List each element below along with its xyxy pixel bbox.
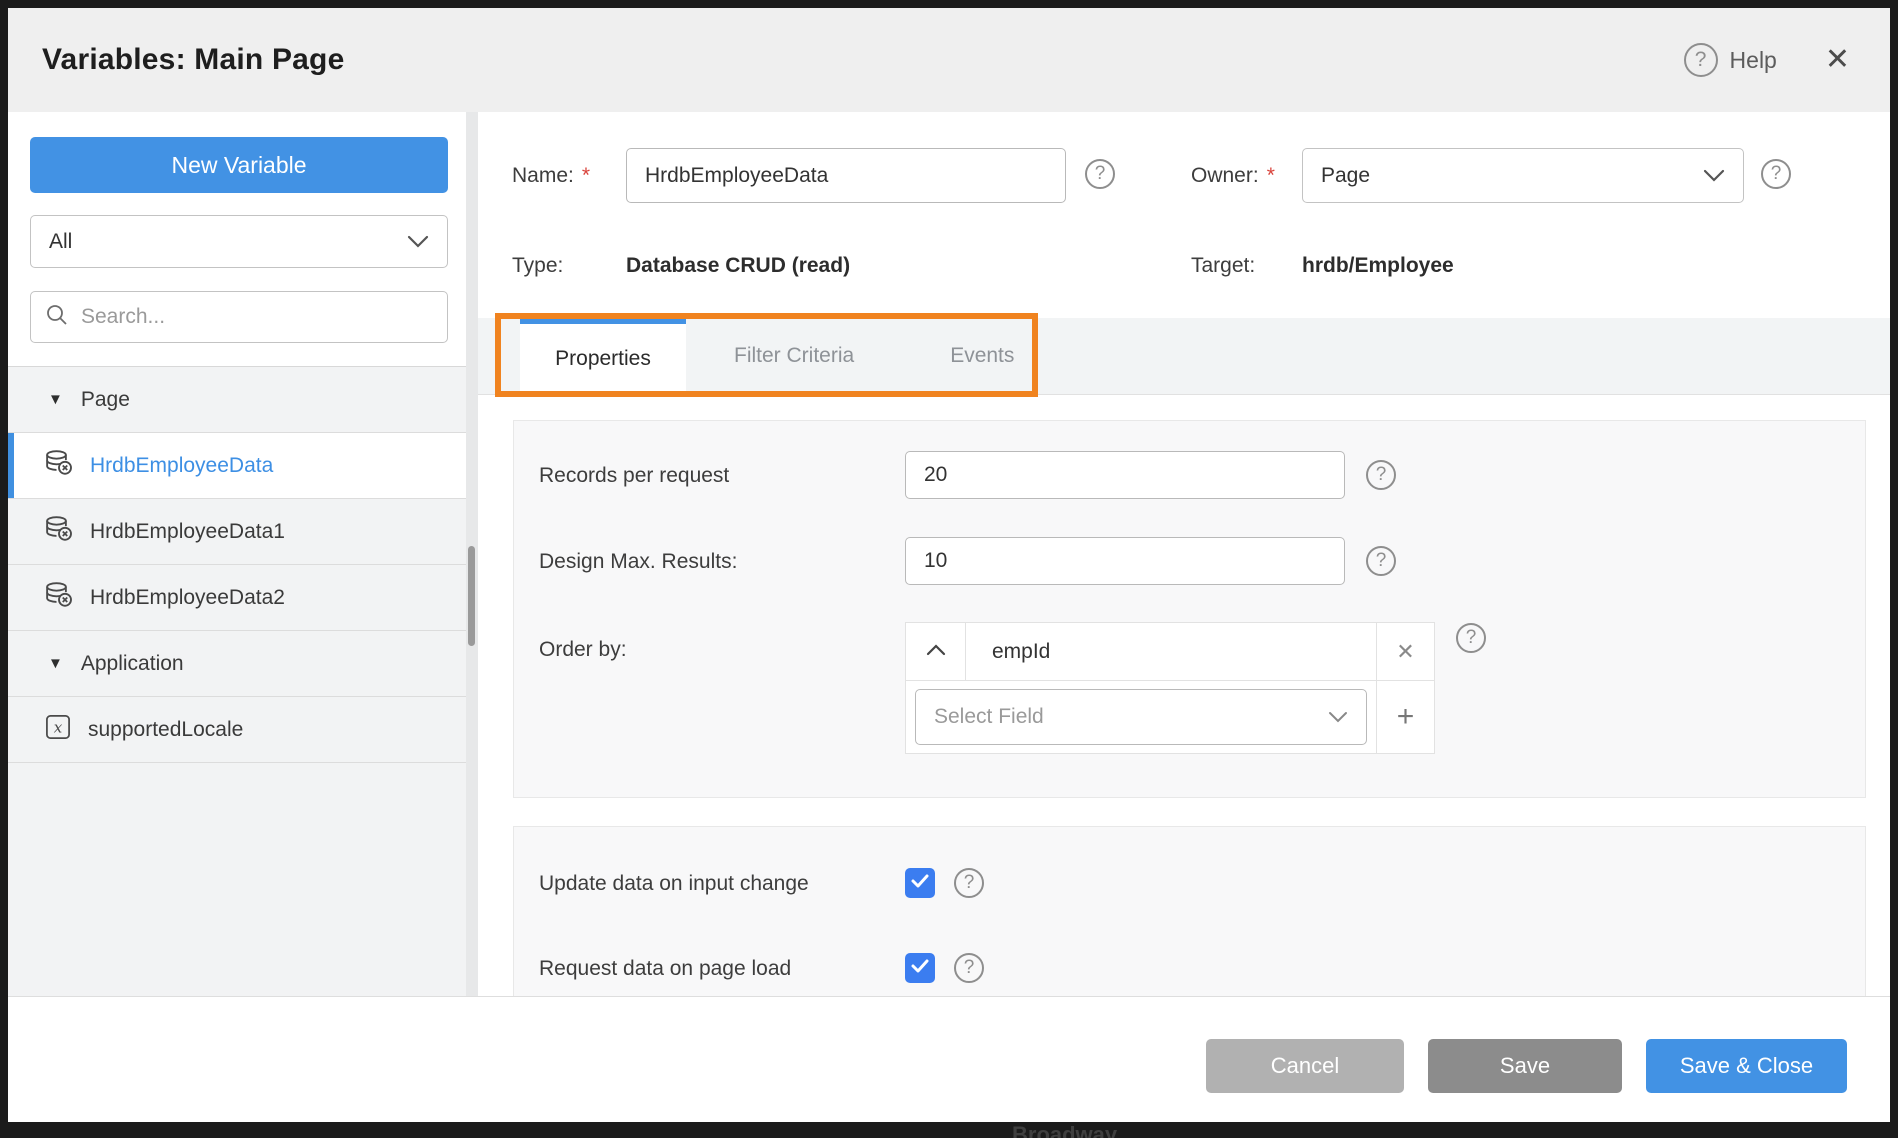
variable-search bbox=[30, 291, 448, 343]
design-max-results-input[interactable] bbox=[905, 537, 1345, 585]
owner-value: Page bbox=[1321, 164, 1370, 188]
owner-help-icon[interactable]: ? bbox=[1761, 159, 1791, 189]
database-crud-variable-icon bbox=[44, 580, 74, 616]
new-variable-button[interactable]: New Variable bbox=[30, 137, 448, 193]
tree-item-label: HrdbEmployeeData bbox=[90, 454, 273, 478]
dialog-header: Variables: Main Page ? Help ✕ bbox=[8, 8, 1890, 112]
help-button[interactable]: ? Help bbox=[1684, 43, 1777, 77]
tree-item-label: supportedLocale bbox=[88, 718, 243, 742]
request-on-page-load-help-icon[interactable]: ? bbox=[954, 953, 984, 983]
select-field-dropdown[interactable]: Select Field bbox=[915, 689, 1367, 745]
chevron-down-icon bbox=[1328, 705, 1348, 729]
target-value: hrdb/Employee bbox=[1302, 254, 1454, 278]
variable-detail-panel: Name:* ? Owner:* Page ? Type: Database C… bbox=[478, 112, 1890, 996]
required-marker: * bbox=[582, 164, 590, 188]
order-by-help-icon[interactable]: ? bbox=[1456, 623, 1486, 653]
collapse-triangle-icon: ▼ bbox=[48, 655, 63, 672]
tree-item-hrdbemployeedata1[interactable]: HrdbEmployeeData1 bbox=[8, 499, 466, 565]
static-variable-icon: x bbox=[44, 713, 72, 747]
name-input[interactable] bbox=[626, 148, 1066, 203]
search-icon bbox=[45, 303, 69, 332]
type-label: Type: bbox=[512, 254, 563, 278]
chevron-up-icon bbox=[926, 643, 946, 661]
tree-group-label: Application bbox=[81, 652, 184, 676]
type-value: Database CRUD (read) bbox=[626, 254, 850, 278]
tree-group-page[interactable]: ▼ Page bbox=[8, 367, 466, 433]
help-label: Help bbox=[1730, 47, 1777, 74]
order-by-widget: empId ✕ Select Field + bbox=[905, 622, 1435, 754]
add-order-field-row: Select Field + bbox=[906, 681, 1434, 753]
update-on-input-change-checkbox[interactable] bbox=[905, 868, 935, 898]
update-on-input-change-help-icon[interactable]: ? bbox=[954, 868, 984, 898]
save-and-close-button[interactable]: Save & Close bbox=[1646, 1039, 1847, 1093]
design-max-help-icon[interactable]: ? bbox=[1366, 546, 1396, 576]
tab-filter-criteria[interactable]: Filter Criteria bbox=[686, 318, 902, 394]
order-by-field-value: empId bbox=[966, 623, 1376, 680]
name-help-icon[interactable]: ? bbox=[1085, 159, 1115, 189]
sidebar-divider bbox=[466, 112, 478, 996]
update-on-input-change-label: Update data on input change bbox=[539, 872, 809, 896]
owner-label: Owner:* bbox=[1191, 164, 1275, 188]
tree-item-label: HrdbEmployeeData2 bbox=[90, 586, 285, 610]
tab-bar: Properties Filter Criteria Events bbox=[478, 318, 1890, 395]
tree-group-label: Page bbox=[81, 388, 130, 412]
dialog-footer: Cancel Save Save & Close bbox=[8, 996, 1890, 1122]
database-crud-variable-icon bbox=[44, 514, 74, 550]
checkmark-icon bbox=[910, 958, 930, 979]
tab-properties[interactable]: Properties bbox=[520, 318, 686, 394]
owner-select[interactable]: Page bbox=[1302, 148, 1744, 203]
dialog-title: Variables: Main Page bbox=[42, 43, 344, 77]
help-icon: ? bbox=[1684, 43, 1718, 77]
design-max-results-label: Design Max. Results: bbox=[539, 550, 737, 574]
tree-item-hrdbemployeedata2[interactable]: HrdbEmployeeData2 bbox=[8, 565, 466, 631]
save-button[interactable]: Save bbox=[1428, 1039, 1622, 1093]
target-label: Target: bbox=[1191, 254, 1255, 278]
order-by-label: Order by: bbox=[539, 638, 627, 662]
tab-events[interactable]: Events bbox=[902, 318, 1062, 394]
select-field-placeholder: Select Field bbox=[934, 705, 1044, 729]
background-page-text: Broadway bbox=[1012, 1122, 1212, 1138]
variables-dialog: Variables: Main Page ? Help ✕ New Variab… bbox=[8, 8, 1890, 1122]
add-order-field-button[interactable]: + bbox=[1376, 681, 1434, 753]
tree-item-supportedlocale[interactable]: x supportedLocale bbox=[8, 697, 466, 763]
name-label: Name:* bbox=[512, 164, 590, 188]
close-icon[interactable]: ✕ bbox=[1825, 45, 1850, 75]
properties-section-data: Records per request ? Design Max. Result… bbox=[513, 420, 1866, 798]
records-per-request-input[interactable] bbox=[905, 451, 1345, 499]
request-on-page-load-label: Request data on page load bbox=[539, 957, 791, 981]
collapse-triangle-icon: ▼ bbox=[48, 391, 63, 408]
tree-group-application[interactable]: ▼ Application bbox=[8, 631, 466, 697]
selected-indicator bbox=[8, 433, 14, 498]
variable-filter-select[interactable]: All bbox=[30, 215, 448, 268]
variables-tree: ▼ Page HrdbEmployeeData HrdbEmployeeData… bbox=[8, 366, 466, 996]
records-per-request-label: Records per request bbox=[539, 464, 729, 488]
chevron-down-icon bbox=[407, 230, 429, 254]
order-by-row: empId ✕ bbox=[906, 623, 1434, 681]
variable-filter-value: All bbox=[49, 230, 72, 254]
checkmark-icon bbox=[910, 873, 930, 894]
required-marker: * bbox=[1267, 164, 1275, 188]
svg-text:x: x bbox=[54, 718, 63, 736]
chevron-down-icon bbox=[1703, 164, 1725, 188]
tree-item-label: HrdbEmployeeData1 bbox=[90, 520, 285, 544]
variables-sidebar: New Variable All ▼ Page HrdbE bbox=[8, 112, 466, 996]
sort-direction-button[interactable] bbox=[906, 623, 966, 680]
tree-item-hrdbemployeedata[interactable]: HrdbEmployeeData bbox=[8, 433, 466, 499]
request-on-page-load-checkbox[interactable] bbox=[905, 953, 935, 983]
database-crud-variable-icon bbox=[44, 448, 74, 484]
sidebar-scrollbar-thumb[interactable] bbox=[468, 546, 475, 646]
remove-order-field-button[interactable]: ✕ bbox=[1376, 623, 1434, 680]
properties-section-behavior: Update data on input change ? Request da… bbox=[513, 826, 1866, 996]
search-input[interactable] bbox=[81, 305, 433, 329]
records-help-icon[interactable]: ? bbox=[1366, 460, 1396, 490]
cancel-button[interactable]: Cancel bbox=[1206, 1039, 1404, 1093]
